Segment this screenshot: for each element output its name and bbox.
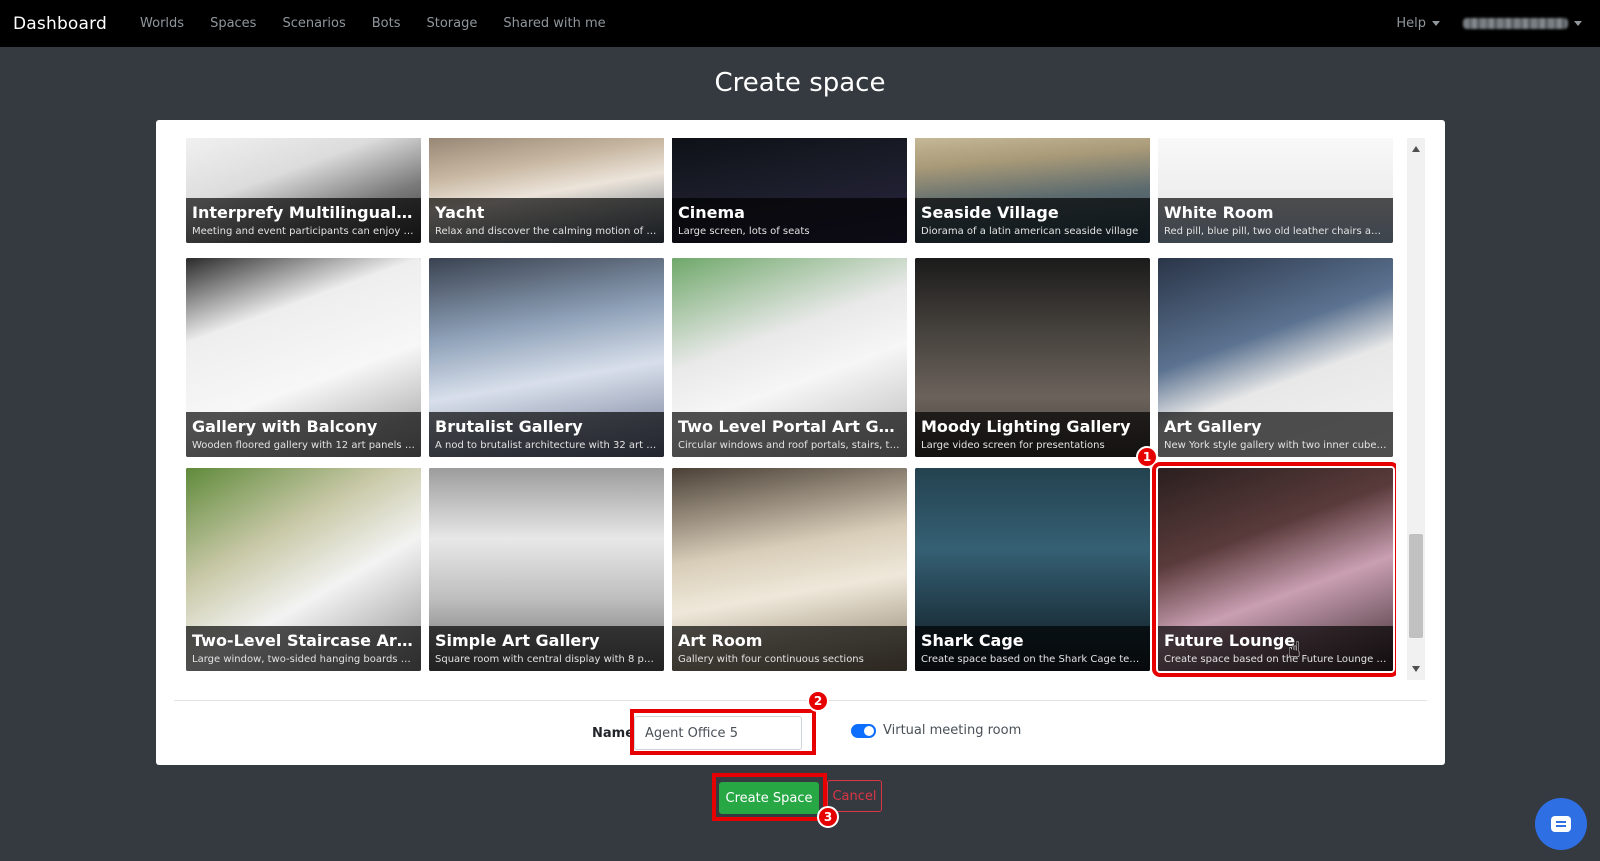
space-title: Cinema (678, 203, 745, 222)
cancel-button[interactable]: Cancel (827, 780, 882, 812)
navbar-right: Help (1383, 0, 1582, 47)
space-template-card[interactable]: Yacht Relax and discover the calming moti… (429, 138, 664, 243)
user-menu-redacted[interactable] (1463, 18, 1568, 29)
brand-dashboard[interactable]: Dashboard (13, 14, 107, 34)
space-title: Brutalist Gallery (435, 417, 583, 436)
space-template-card[interactable]: Cinema Large screen, lots of seats (672, 138, 907, 243)
top-navbar: Dashboard Worlds Spaces Scenarios Bots S… (0, 0, 1600, 47)
space-template-card[interactable]: Two Level Portal Art Gallery Circular win… (672, 258, 907, 457)
space-template-card[interactable]: Art Room Gallery with four continuous sec… (672, 468, 907, 671)
space-caption: Yacht Relax and discover the calming moti… (429, 198, 664, 243)
space-title: Shark Cage (921, 631, 1024, 650)
chat-icon (1551, 816, 1571, 832)
nav-storage[interactable]: Storage (427, 16, 478, 31)
virtual-meeting-label: Virtual meeting room (883, 723, 1022, 738)
space-template-card[interactable]: Shark Cage Create space based on the Shar… (915, 468, 1150, 671)
grid-scrollbar[interactable] (1407, 138, 1425, 680)
step-badge-1: 1 (1136, 446, 1158, 468)
space-template-card[interactable]: Moody Lighting Gallery Large video screen… (915, 258, 1150, 457)
template-grid-viewport[interactable]: Interprefy Multilingual Con... Meeting an… (186, 138, 1396, 680)
space-title: Interprefy Multilingual Con... (192, 203, 415, 222)
virtual-meeting-toggle[interactable] (851, 724, 876, 738)
step-badge-2: 2 (807, 690, 829, 712)
space-description: Large video screen for presentations (921, 440, 1105, 451)
space-template-card[interactable]: Gallery with Balcony Wooden floored galle… (186, 258, 421, 457)
space-description: Square room with central display with 8 … (435, 654, 658, 665)
space-description: New York style gallery with two inner cu… (1164, 440, 1387, 451)
nav-worlds[interactable]: Worlds (140, 16, 184, 31)
space-caption: Two-Level Staircase Art Gal... Large wind… (186, 626, 421, 671)
space-title: Seaside Village (921, 203, 1059, 222)
space-template-card[interactable]: Future Lounge Create space based on the F… (1152, 462, 1396, 677)
space-template-card[interactable]: Seaside Village Diorama of a latin americ… (915, 138, 1150, 243)
divider (174, 700, 1427, 701)
space-template-card[interactable]: White Room Red pill, blue pill, two old l… (1158, 138, 1393, 243)
scroll-thumb[interactable] (1409, 534, 1423, 638)
space-title: Two Level Portal Art Gallery (678, 417, 901, 436)
chevron-down-icon (1574, 21, 1582, 26)
space-description: Relax and discover the calming motion of… (435, 226, 658, 237)
space-caption: Seaside Village Diorama of a latin americ… (915, 198, 1150, 243)
space-caption: Cinema Large screen, lots of seats (672, 198, 907, 243)
space-caption: Brutalist Gallery A nod to brutalist arch… (429, 412, 664, 457)
space-title: Gallery with Balcony (192, 417, 378, 436)
step-badge-3: 3 (817, 806, 839, 828)
space-caption: Future Lounge Create space based on the F… (1158, 626, 1393, 671)
space-title: Yacht (435, 203, 485, 222)
space-template-card[interactable]: Two-Level Staircase Art Gal... Large wind… (186, 468, 421, 671)
name-input[interactable] (634, 716, 802, 750)
scroll-down-icon[interactable] (1412, 666, 1420, 672)
help-dropdown[interactable]: Help (1396, 16, 1440, 31)
space-description: A nod to brutalist architecture with 32 … (435, 440, 658, 451)
hand-cursor-icon: ☝ (1287, 638, 1301, 663)
space-template-card[interactable]: Interprefy Multilingual Con... Meeting an… (186, 138, 421, 243)
space-description: Meeting and event participants can enjoy… (192, 226, 415, 237)
page-title: Create space (714, 68, 886, 98)
space-description: Create space based on the Future Lounge … (1164, 654, 1387, 665)
space-template-card[interactable]: Simple Art Gallery Square room with centr… (429, 468, 664, 671)
chevron-down-icon (1432, 21, 1440, 26)
chat-widget-button[interactable] (1535, 798, 1587, 850)
space-description: Gallery with four continuous sections (678, 654, 864, 665)
create-space-button[interactable]: Create Space (719, 782, 819, 814)
space-description: Diorama of a latin american seaside vill… (921, 226, 1139, 237)
nav-spaces[interactable]: Spaces (210, 16, 256, 31)
space-description: Large window, two-sided hanging boards u… (192, 654, 415, 665)
space-caption: Moody Lighting Gallery Large video screen… (915, 412, 1150, 457)
space-title: Simple Art Gallery (435, 631, 600, 650)
space-template-card[interactable]: Art Gallery New York style gallery with t… (1158, 258, 1393, 457)
space-title: Art Room (678, 631, 763, 650)
space-description: Circular windows and roof portals, stair… (678, 440, 901, 451)
space-caption: Simple Art Gallery Square room with centr… (429, 626, 664, 671)
space-caption: Art Room Gallery with four continuous sec… (672, 626, 907, 671)
nav-scenarios[interactable]: Scenarios (282, 16, 345, 31)
space-description: Wooden floored gallery with 12 art panel… (192, 440, 415, 451)
space-description: Create space based on the Shark Cage tem… (921, 654, 1144, 665)
space-title: Moody Lighting Gallery (921, 417, 1131, 436)
space-caption: Two Level Portal Art Gallery Circular win… (672, 412, 907, 457)
space-caption: Interprefy Multilingual Con... Meeting an… (186, 198, 421, 243)
space-caption: Art Gallery New York style gallery with t… (1158, 412, 1393, 457)
space-caption: White Room Red pill, blue pill, two old l… (1158, 198, 1393, 243)
space-title: Future Lounge (1164, 631, 1296, 650)
space-description: Red pill, blue pill, two old leather cha… (1164, 226, 1387, 237)
name-label: Name (592, 726, 635, 741)
nav-bots[interactable]: Bots (372, 16, 401, 31)
nav-shared-with-me[interactable]: Shared with me (503, 16, 605, 31)
help-label: Help (1396, 16, 1426, 31)
space-caption: Shark Cage Create space based on the Shar… (915, 626, 1150, 671)
scroll-up-icon[interactable] (1412, 146, 1420, 152)
space-title: Art Gallery (1164, 417, 1262, 436)
space-template-card[interactable]: Brutalist Gallery A nod to brutalist arch… (429, 258, 664, 457)
space-description: Large screen, lots of seats (678, 226, 810, 237)
space-caption: Gallery with Balcony Wooden floored galle… (186, 412, 421, 457)
space-title: White Room (1164, 203, 1274, 222)
create-space-card: Interprefy Multilingual Con... Meeting an… (156, 120, 1445, 765)
space-title: Two-Level Staircase Art Gal... (192, 631, 415, 650)
